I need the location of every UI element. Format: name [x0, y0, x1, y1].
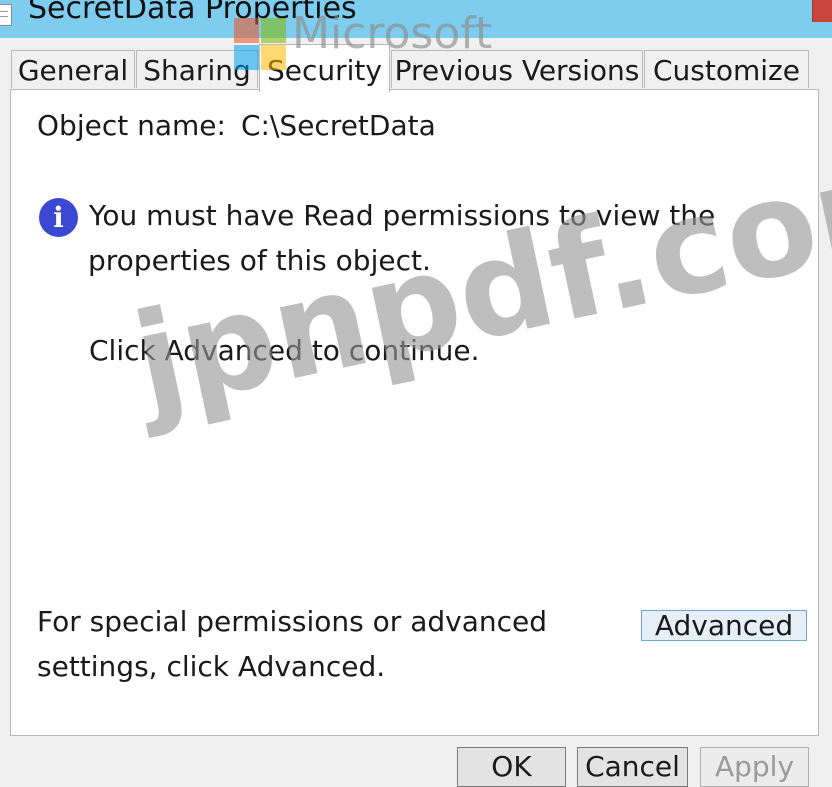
title-bar[interactable]: SecretData Properties	[0, 0, 832, 38]
object-name-value: C:\SecretData	[241, 109, 436, 142]
close-button[interactable]	[812, 0, 832, 22]
permission-message-line2: properties of this object.	[88, 244, 431, 277]
info-icon: i	[39, 198, 78, 237]
tab-customize[interactable]: Customize	[644, 50, 809, 88]
document-icon	[0, 4, 12, 26]
window-title: SecretData Properties	[28, 0, 357, 26]
apply-button[interactable]: Apply	[700, 747, 809, 787]
tab-sharing[interactable]: Sharing	[136, 50, 258, 88]
advanced-hint-line1: For special permissions or advanced	[37, 605, 547, 638]
object-name-label: Object name:	[37, 109, 226, 142]
tab-general[interactable]: General	[11, 50, 135, 88]
tab-previous-versions[interactable]: Previous Versions	[391, 50, 643, 88]
advanced-button[interactable]: Advanced	[641, 610, 807, 641]
continue-hint: Click Advanced to continue.	[89, 334, 480, 367]
advanced-hint-line2: settings, click Advanced.	[37, 650, 386, 683]
tab-security[interactable]: Security	[259, 44, 390, 92]
ok-button[interactable]: OK	[457, 747, 566, 787]
cancel-button[interactable]: Cancel	[577, 747, 688, 787]
permission-message-line1: You must have Read permissions to view t…	[89, 199, 716, 232]
